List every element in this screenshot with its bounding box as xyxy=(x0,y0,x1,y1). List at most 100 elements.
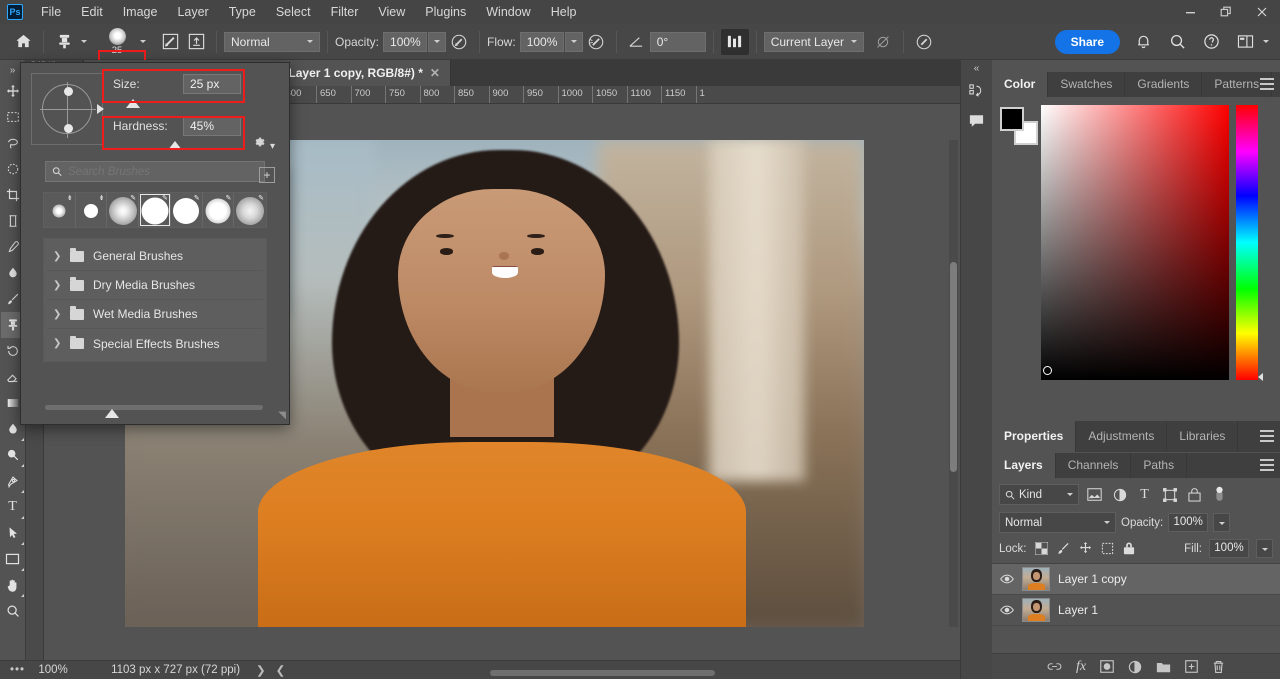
share-button[interactable]: Share xyxy=(1054,29,1120,54)
new-brush-preset-icon[interactable]: + xyxy=(259,167,275,183)
brush-size-slider-thumb[interactable] xyxy=(126,99,140,108)
foreground-background-swatches[interactable] xyxy=(1000,107,1038,145)
brush-hardness-slider-thumb[interactable] xyxy=(168,141,182,150)
tool-rectangle[interactable] xyxy=(1,546,25,572)
new-group-icon[interactable] xyxy=(1156,661,1171,673)
minimize-button[interactable] xyxy=(1172,0,1208,24)
menu-select[interactable]: Select xyxy=(266,0,321,24)
brush-size-slider[interactable] xyxy=(113,97,279,109)
blend-mode-dropdown[interactable]: Normal xyxy=(224,31,320,52)
chevron-right-icon[interactable]: ❯ xyxy=(53,309,61,320)
filter-toggle-icon[interactable] xyxy=(1210,485,1229,504)
chevron-right-icon[interactable]: ❯ xyxy=(53,280,61,291)
foreground-color-swatch[interactable] xyxy=(1000,107,1024,131)
sample-source-dropdown[interactable]: Current Layer xyxy=(763,31,864,52)
gear-icon[interactable]: ▾ xyxy=(252,135,275,152)
color-spectrum-field[interactable] xyxy=(1041,105,1229,380)
menu-edit[interactable]: Edit xyxy=(71,0,113,24)
flow-dropdown-toggle[interactable] xyxy=(564,31,583,52)
smart-object-filter-icon[interactable] xyxy=(1185,485,1204,504)
brush-popup-scale-slider[interactable] xyxy=(45,405,263,410)
brush-search-field[interactable] xyxy=(45,161,265,182)
tablet-pressure-size-icon[interactable] xyxy=(911,29,937,55)
menu-filter[interactable]: Filter xyxy=(321,0,369,24)
brush-preset-soft-round-pressure-size[interactable]: ✎ xyxy=(203,193,235,227)
brush-popup-scale-slider-thumb[interactable] xyxy=(105,409,119,418)
brush-preset-soft-round-blur[interactable]: ✎ xyxy=(234,193,266,227)
layer-row-1[interactable]: Layer 1 xyxy=(992,595,1280,626)
layer-fill-input[interactable]: 100% xyxy=(1209,539,1249,558)
opacity-dropdown-toggle[interactable] xyxy=(428,31,447,52)
lock-position-icon[interactable] xyxy=(1078,541,1093,556)
search-input[interactable] xyxy=(68,165,258,178)
hue-slider-handle[interactable] xyxy=(1258,373,1263,381)
dock-collapse-icon[interactable]: « xyxy=(961,60,993,76)
color-picker-handle[interactable] xyxy=(1043,366,1052,375)
workspace-chevron-icon[interactable] xyxy=(1258,29,1274,55)
layer-style-fx-icon[interactable]: fx xyxy=(1076,659,1086,675)
layer-opacity-input[interactable]: 100% xyxy=(1168,513,1209,532)
status-collapse-icon[interactable]: ❮ xyxy=(276,663,286,677)
history-icon[interactable] xyxy=(961,76,993,106)
menu-view[interactable]: View xyxy=(368,0,415,24)
brush-folder-special-effects[interactable]: ❯ Special Effects Brushes xyxy=(47,329,263,358)
menu-layer[interactable]: Layer xyxy=(167,0,218,24)
tab-properties[interactable]: Properties xyxy=(992,421,1077,452)
clone-stamp-tool-icon[interactable] xyxy=(51,29,77,55)
brush-folder-dry-media[interactable]: ❯ Dry Media Brushes xyxy=(47,271,263,300)
tab-adjustments[interactable]: Adjustments xyxy=(1076,421,1168,452)
help-icon[interactable] xyxy=(1198,29,1224,55)
search-icon[interactable] xyxy=(1164,29,1190,55)
properties-panel-menu-icon[interactable] xyxy=(1260,430,1274,442)
status-expand-icon[interactable]: ❯ xyxy=(256,663,266,677)
close-button[interactable] xyxy=(1244,0,1280,24)
shape-filter-icon[interactable] xyxy=(1160,485,1179,504)
layer-filter-kind-dropdown[interactable]: Kind xyxy=(999,484,1079,505)
tool-preset-chevron-icon[interactable] xyxy=(77,29,91,55)
layer-opacity-dropdown-toggle[interactable] xyxy=(1213,513,1231,532)
tab-paths[interactable]: Paths xyxy=(1131,453,1188,478)
brush-preset-soft-round-small[interactable]: ⇟ xyxy=(44,193,76,227)
delete-layer-icon[interactable] xyxy=(1212,660,1225,674)
lock-all-icon[interactable] xyxy=(1122,541,1137,556)
lock-transparent-pixels-icon[interactable] xyxy=(1034,541,1049,556)
brush-hardness-input[interactable]: 45% xyxy=(183,116,241,136)
canvas-horizontal-scrollbar[interactable] xyxy=(490,670,715,676)
tab-gradients[interactable]: Gradients xyxy=(1125,72,1203,97)
color-panel-menu-icon[interactable] xyxy=(1260,78,1274,90)
brush-folder-wet-media[interactable]: ❯ Wet Media Brushes xyxy=(47,300,263,329)
tool-type[interactable]: T xyxy=(1,494,25,520)
canvas-vertical-scrollbar[interactable] xyxy=(949,140,958,627)
layers-panel-menu-icon[interactable] xyxy=(1260,459,1274,471)
hue-slider[interactable] xyxy=(1236,105,1263,381)
ignore-adjustment-layers-icon[interactable] xyxy=(870,29,896,55)
flow-input[interactable]: 100% xyxy=(519,31,564,52)
adjustment-filter-icon[interactable] xyxy=(1110,485,1129,504)
home-icon[interactable] xyxy=(10,29,36,55)
layer-blend-mode-dropdown[interactable]: Normal xyxy=(999,512,1116,533)
new-layer-icon[interactable] xyxy=(1185,660,1198,673)
lock-image-pixels-icon[interactable] xyxy=(1056,541,1071,556)
brush-folder-general[interactable]: ❯ General Brushes xyxy=(47,242,263,271)
menu-help[interactable]: Help xyxy=(541,0,587,24)
brush-preset-hard-round-small[interactable]: ⇟ xyxy=(76,193,108,227)
brush-size-input[interactable]: 25 px xyxy=(183,74,241,94)
restore-button[interactable] xyxy=(1208,0,1244,24)
angle-handle-icon[interactable] xyxy=(97,104,104,114)
add-mask-icon[interactable] xyxy=(1100,660,1114,673)
lock-artboard-icon[interactable] xyxy=(1100,541,1115,556)
menu-image[interactable]: Image xyxy=(113,0,168,24)
workspace-switcher-icon[interactable] xyxy=(1232,29,1258,55)
pressure-opacity-toggle-icon[interactable] xyxy=(446,29,472,55)
eye-icon[interactable] xyxy=(1000,574,1014,584)
symmetry-icon[interactable] xyxy=(720,28,749,55)
tab-color[interactable]: Color xyxy=(992,72,1049,97)
menu-type[interactable]: Type xyxy=(219,0,266,24)
brush-preset-hard-round-pressure[interactable]: ✎ xyxy=(139,193,171,227)
brush-angle-input[interactable]: 0° xyxy=(649,31,706,52)
brush-preset-soft-round-pressure[interactable]: ✎ xyxy=(107,193,140,227)
brush-preset-picker-popup[interactable]: Size: 25 px Hardness: 45% ▾ + Search Bru… xyxy=(20,62,290,425)
new-fill-adjustment-icon[interactable] xyxy=(1128,660,1142,674)
tab-libraries[interactable]: Libraries xyxy=(1167,421,1239,452)
menu-file[interactable]: File xyxy=(31,0,71,24)
